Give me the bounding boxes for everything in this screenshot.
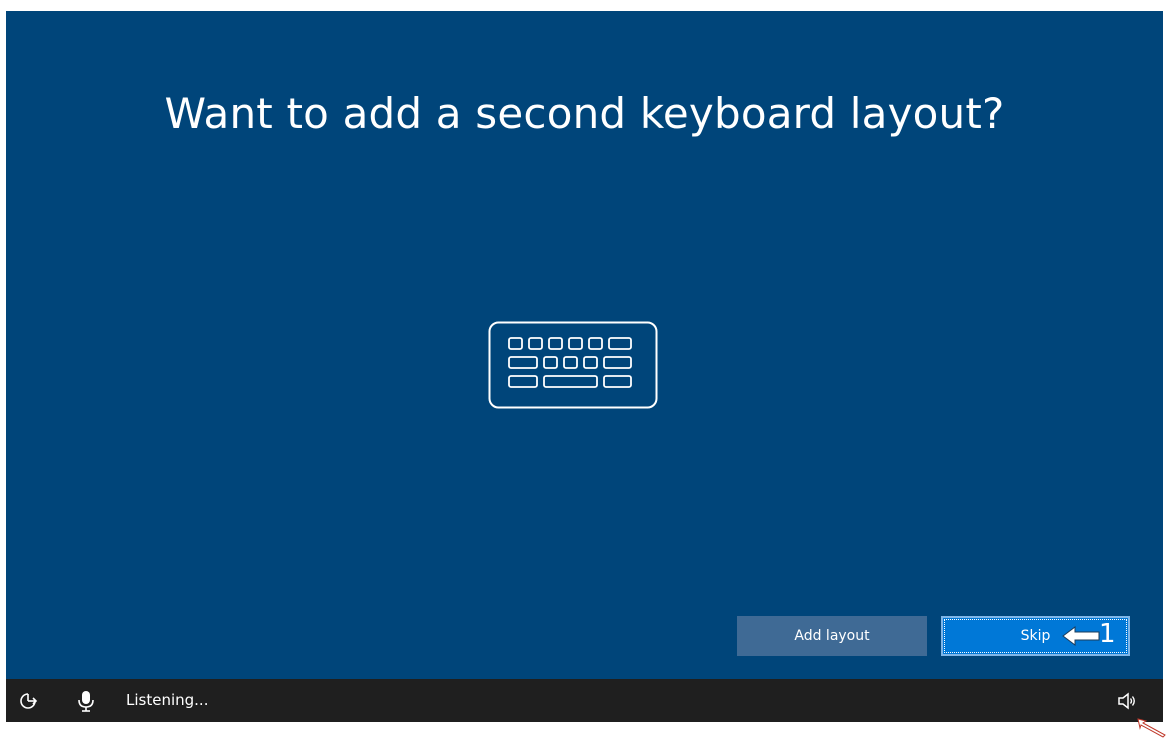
add-layout-label: Add layout [794, 628, 870, 644]
microphone-icon[interactable] [75, 690, 97, 712]
listening-status: Listening... [126, 691, 209, 709]
action-buttons: Add layout Skip 1 [6, 616, 1163, 656]
keyboard-icon [488, 321, 658, 409]
volume-icon[interactable] [1116, 690, 1138, 712]
pointer-cursor-icon [1137, 718, 1166, 738]
setup-screen: Want to add a second keyboard layout? Ad… [6, 11, 1163, 722]
skip-button[interactable]: Skip 1 [941, 616, 1130, 656]
add-layout-button[interactable]: Add layout [737, 616, 927, 656]
page-title: Want to add a second keyboard layout? [164, 89, 1005, 138]
ease-of-access-icon[interactable] [17, 690, 39, 712]
annotation-step-number: 1 [1099, 619, 1116, 649]
bottom-taskbar: Listening... [6, 679, 1163, 722]
annotation-arrow-icon [1062, 626, 1100, 646]
